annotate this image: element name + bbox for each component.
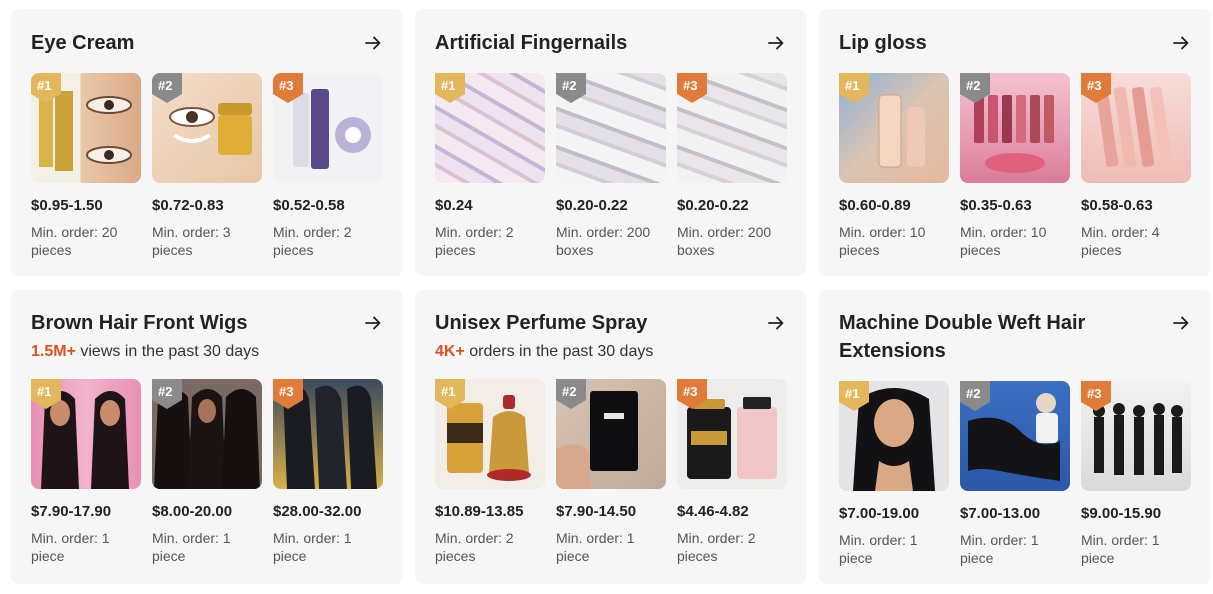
product-price: $28.00-32.00: [273, 503, 362, 520]
min-order: Min. order: 4 pieces: [1081, 224, 1160, 258]
min-order: Min. order: 2 pieces: [435, 530, 514, 564]
product-price: $0.35-0.63: [960, 197, 1032, 214]
min-order: Min. order: 2 pieces: [677, 530, 756, 564]
product-item[interactable]: #1 $0.24 Min. order: 2 pieces: [435, 73, 545, 259]
product-price: $7.90-17.90: [31, 503, 112, 520]
category-card-brown-hair-front-wigs: Brown Hair Front Wigs 1.5M+ views in the…: [11, 290, 403, 584]
arrow-right-icon[interactable]: [764, 311, 788, 335]
product-price: $9.00-15.90: [1081, 505, 1162, 522]
product-item[interactable]: #3 $4.46-4.82 Min. order: 2 pieces: [677, 379, 787, 565]
product-item[interactable]: #2 $0.35-0.63 Min. order: 10 pieces: [960, 73, 1070, 259]
trend-stat-text: views in the past 30 days: [75, 343, 260, 360]
product-price: $0.95-1.50: [31, 197, 103, 214]
min-order: Min. order: 20 pieces: [31, 224, 118, 258]
product-price: $0.20-0.22: [677, 197, 749, 214]
product-item[interactable]: #1 $0.60-0.89 Min. order: 10 pieces: [839, 73, 949, 259]
min-order: Min. order: 2 pieces: [435, 224, 514, 258]
arrow-right-icon[interactable]: [361, 31, 385, 55]
product-price: $7.00-19.00: [839, 505, 920, 522]
min-order: Min. order: 1 piece: [1081, 532, 1160, 566]
trend-stat-value: 4K+: [435, 343, 465, 360]
product-item[interactable]: #3 $9.00-15.90 Min. order: 1 piece: [1081, 381, 1191, 567]
card-title[interactable]: Artificial Fingernails: [435, 29, 756, 57]
category-card-artificial-fingernails: Artificial Fingernails #1 $0.24 Min. ord…: [415, 9, 806, 276]
product-item[interactable]: #3 $0.20-0.22 Min. order: 200 boxes: [677, 73, 787, 259]
product-item[interactable]: #1 $7.00-19.00 Min. order: 1 piece: [839, 381, 949, 567]
min-order: Min. order: 1 piece: [273, 530, 352, 564]
min-order: Min. order: 1 piece: [839, 532, 918, 566]
product-item[interactable]: #2 $0.72-0.83 Min. order: 3 pieces: [152, 73, 262, 259]
category-card-unisex-perfume-spray: Unisex Perfume Spray 4K+ orders in the p…: [415, 290, 806, 584]
product-item[interactable]: #3 $0.52-0.58 Min. order: 2 pieces: [273, 73, 383, 259]
product-price: $7.90-14.50: [556, 503, 637, 520]
min-order: Min. order: 10 pieces: [960, 224, 1047, 258]
product-item[interactable]: #2 $8.00-20.00 Min. order: 1 piece: [152, 379, 262, 565]
min-order: Min. order: 3 pieces: [152, 224, 231, 258]
card-title[interactable]: Unisex Perfume Spray: [435, 309, 756, 337]
trend-stat: 1.5M+ views in the past 30 days: [31, 341, 259, 363]
arrow-right-icon[interactable]: [1169, 31, 1193, 55]
product-price: $0.72-0.83: [152, 197, 224, 214]
card-title[interactable]: Brown Hair Front Wigs: [31, 309, 353, 337]
card-title[interactable]: Lip gloss: [839, 29, 1161, 57]
min-order: Min. order: 200 boxes: [556, 224, 651, 258]
product-item[interactable]: #1 $0.95-1.50 Min. order: 20 pieces: [31, 73, 141, 259]
min-order: Min. order: 1 piece: [960, 532, 1039, 566]
product-price: $7.00-13.00: [960, 505, 1041, 522]
product-price: $8.00-20.00: [152, 503, 233, 520]
category-card-lip-gloss: Lip gloss #1 $0.60-0.89 Min. order: 10 p…: [819, 9, 1211, 276]
product-price: $10.89-13.85: [435, 503, 524, 520]
card-title[interactable]: Eye Cream: [31, 29, 353, 57]
trend-stat-text: orders in the past 30 days: [464, 343, 654, 360]
min-order: Min. order: 1 piece: [152, 530, 231, 564]
category-card-eye-cream: Eye Cream #1 $0.95-1.50 Min. order: 20 p…: [11, 9, 403, 276]
min-order: Min. order: 2 pieces: [273, 224, 352, 258]
product-price: $4.46-4.82: [677, 503, 749, 520]
arrow-right-icon[interactable]: [764, 31, 788, 55]
product-item[interactable]: #2 $7.00-13.00 Min. order: 1 piece: [960, 381, 1070, 567]
product-item[interactable]: #3 $0.58-0.63 Min. order: 4 pieces: [1081, 73, 1191, 259]
min-order: Min. order: 10 pieces: [839, 224, 926, 258]
arrow-right-icon[interactable]: [361, 311, 385, 335]
product-image[interactable]: #1: [31, 73, 141, 183]
product-price: $0.58-0.63: [1081, 197, 1153, 214]
product-image[interactable]: #2: [152, 73, 262, 183]
product-price: $0.20-0.22: [556, 197, 628, 214]
product-item[interactable]: #2 $0.20-0.22 Min. order: 200 boxes: [556, 73, 666, 259]
min-order: Min. order: 200 boxes: [677, 224, 772, 258]
product-item[interactable]: #3 $28.00-32.00 Min. order: 1 piece: [273, 379, 383, 565]
product-item[interactable]: #2 $7.90-14.50 Min. order: 1 piece: [556, 379, 666, 565]
product-price: $0.24: [435, 197, 473, 214]
card-title[interactable]: Machine Double Weft Hair Extensions: [839, 309, 1139, 365]
product-price: $0.52-0.58: [273, 197, 345, 214]
product-image[interactable]: #3: [273, 73, 383, 183]
min-order: Min. order: 1 piece: [556, 530, 635, 564]
arrow-right-icon[interactable]: [1169, 311, 1193, 335]
trend-stat: 4K+ orders in the past 30 days: [435, 341, 653, 363]
trend-stat-value: 1.5M+: [31, 343, 76, 360]
product-price: $0.60-0.89: [839, 197, 911, 214]
min-order: Min. order: 1 piece: [31, 530, 110, 564]
category-card-machine-double-weft-hair-extensions: Machine Double Weft Hair Extensions #1 $…: [819, 290, 1211, 584]
product-item[interactable]: #1 $10.89-13.85 Min. order: 2 pieces: [435, 379, 545, 565]
product-item[interactable]: #1 $7.90-17.90 Min. order: 1 piece: [31, 379, 141, 565]
